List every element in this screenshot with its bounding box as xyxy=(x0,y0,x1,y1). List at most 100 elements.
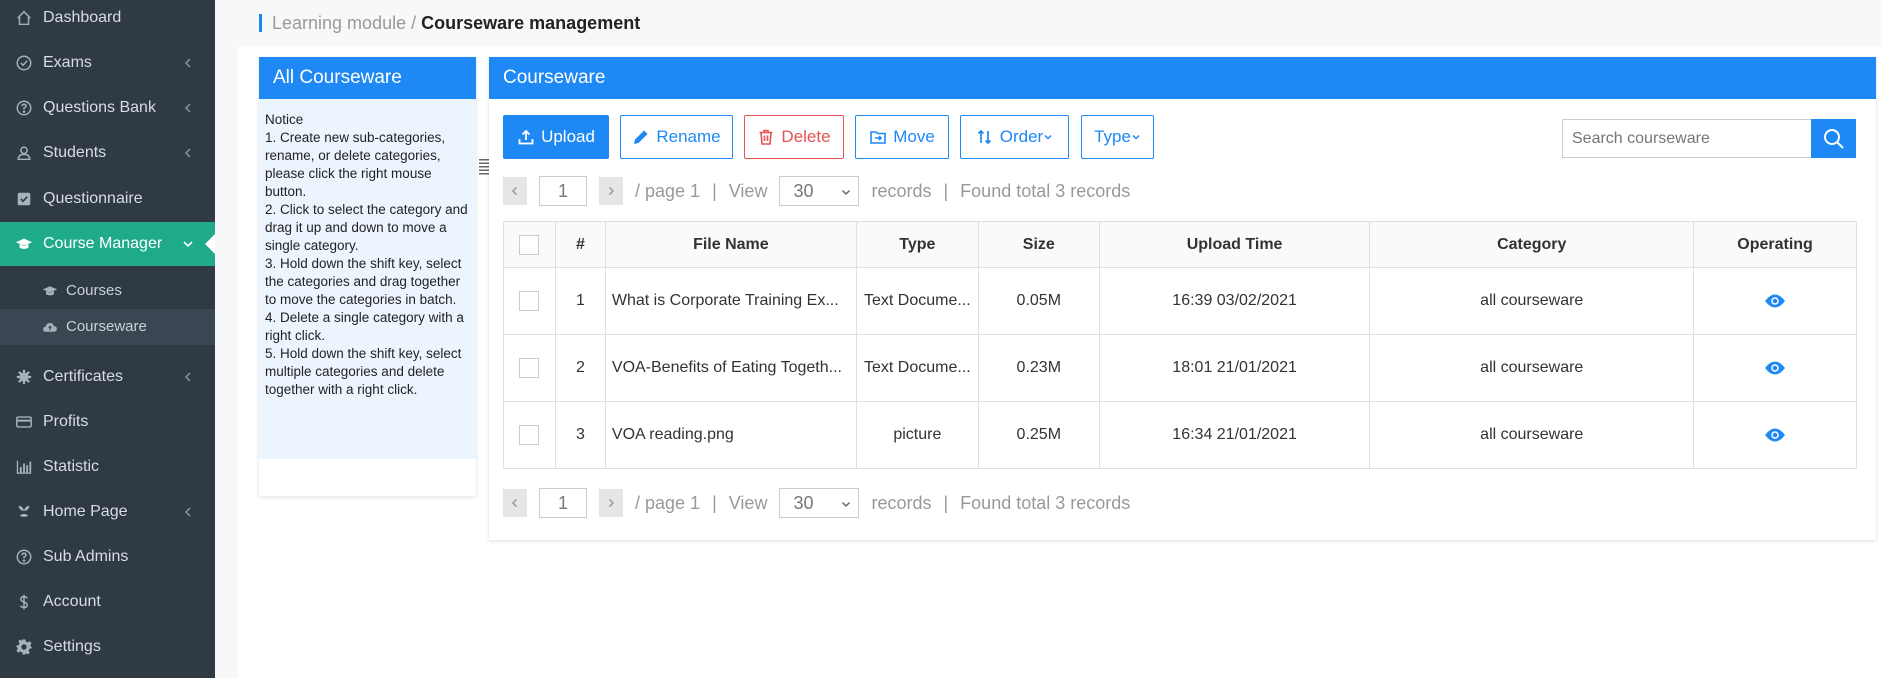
sidebar-item-profits[interactable]: Profits xyxy=(0,400,215,444)
search-input[interactable] xyxy=(1562,119,1811,158)
sidebar-item-label: Course Manager xyxy=(43,235,163,252)
row-checkbox[interactable] xyxy=(519,425,540,445)
chevron-left-icon xyxy=(184,148,191,158)
next-page-button[interactable] xyxy=(599,489,623,517)
prev-page-button[interactable] xyxy=(503,177,527,205)
sidebar-item-questionnaire[interactable]: Questionnaire xyxy=(0,177,215,221)
column-header[interactable]: Category xyxy=(1369,221,1695,268)
chevron-left-icon xyxy=(184,372,191,382)
credit-card-icon xyxy=(14,412,34,432)
page-number-input[interactable]: 1 xyxy=(539,488,587,518)
chevron-down-icon xyxy=(1132,134,1140,140)
rename-button[interactable]: Rename xyxy=(620,115,733,159)
sidebar-item-label: Settings xyxy=(43,638,101,655)
per-page-select[interactable]: 30 xyxy=(779,488,860,518)
file-name[interactable]: What is Corporate Training Ex... xyxy=(604,267,857,335)
notice-line: 2. Click to select the category and drag… xyxy=(265,202,468,253)
graduation-cap-icon xyxy=(14,234,34,254)
operating-cell xyxy=(1693,334,1857,402)
search-icon xyxy=(1823,128,1844,149)
operating-cell xyxy=(1693,267,1857,335)
breadcrumb-parent[interactable]: Learning module xyxy=(272,13,406,33)
chevron-right-icon xyxy=(608,498,615,508)
table-row[interactable]: 2 VOA-Benefits of Eating Togeth... Text … xyxy=(503,334,1857,402)
delete-button[interactable]: Delete xyxy=(744,115,844,159)
upload-button[interactable]: Upload xyxy=(503,115,609,159)
upload-time: 18:01 21/01/2021 xyxy=(1098,334,1371,402)
next-page-button[interactable] xyxy=(599,177,623,205)
sidebar-subitem-courses[interactable]: Courses xyxy=(0,273,215,309)
sidebar-item-students[interactable]: Students xyxy=(0,131,215,175)
file-type: Text Docume... xyxy=(855,267,979,335)
column-header[interactable]: Size xyxy=(977,221,1100,268)
sidebar-item-label: Profits xyxy=(43,413,89,430)
sidebar-item-label: Sub Admins xyxy=(43,548,129,565)
view-label: View xyxy=(728,180,768,201)
row-checkbox[interactable] xyxy=(519,358,540,378)
move-button[interactable]: Move xyxy=(855,115,949,159)
type-button[interactable]: Type xyxy=(1081,115,1154,159)
file-name[interactable]: VOA reading.png xyxy=(604,401,857,469)
eye-icon[interactable] xyxy=(1764,357,1786,379)
sidebar-item-questions-bank[interactable]: Questions Bank xyxy=(0,86,215,130)
row-number: 1 xyxy=(554,267,606,335)
upload-time: 16:39 03/02/2021 xyxy=(1098,267,1371,335)
row-checkbox[interactable] xyxy=(519,291,540,311)
row-number: 3 xyxy=(554,401,606,469)
upload-icon xyxy=(518,129,534,145)
table-row[interactable]: 1 What is Corporate Training Ex... Text … xyxy=(503,267,1857,335)
sidebar-item-label: Certificates xyxy=(43,368,124,385)
pencil-icon xyxy=(634,130,648,144)
sidebar-item-settings[interactable]: Settings xyxy=(0,625,215,669)
order-label: Order xyxy=(999,127,1044,146)
order-button[interactable]: Order xyxy=(960,115,1069,159)
per-page-value: 30 xyxy=(793,493,814,513)
file-category: all courseware xyxy=(1369,334,1695,402)
file-type: picture xyxy=(855,401,979,469)
records-label: records xyxy=(871,492,932,513)
sidebar-item-label: Home Page xyxy=(43,503,128,520)
page-total: / page 1 xyxy=(635,180,701,201)
pagination-top: 1 / page 1 | View 30 records | Found tot… xyxy=(503,176,1130,206)
gear-seal-icon xyxy=(14,367,34,387)
eye-icon[interactable] xyxy=(1764,424,1786,446)
page-total: / page 1 xyxy=(635,492,701,513)
notice-line: 5. Hold down the shift key, select multi… xyxy=(265,346,462,397)
column-header[interactable]: # xyxy=(554,221,606,268)
column-header[interactable]: Upload Time xyxy=(1098,221,1371,268)
row-select-cell xyxy=(503,334,556,402)
sidebar-item-label: Account xyxy=(43,593,101,610)
check-circle-icon xyxy=(14,53,34,73)
sidebar-subitem-courseware[interactable]: Courseware xyxy=(0,309,215,345)
column-header[interactable]: Type xyxy=(855,221,979,268)
file-size: 0.05M xyxy=(977,267,1100,335)
file-category: all courseware xyxy=(1369,267,1695,335)
sidebar-item-statistic[interactable]: Statistic xyxy=(0,445,215,489)
file-name[interactable]: VOA-Benefits of Eating Togeth... xyxy=(604,334,857,402)
prev-page-button[interactable] xyxy=(503,489,527,517)
sidebar-item-certificates[interactable]: Certificates xyxy=(0,355,215,399)
sidebar-item-dashboard[interactable]: Dashboard xyxy=(0,0,215,40)
sidebar-item-exams[interactable]: Exams xyxy=(0,41,215,85)
records-label: records xyxy=(871,180,932,201)
sidebar-item-account[interactable]: Account xyxy=(0,580,215,624)
sidebar-item-home-page[interactable]: Home Page xyxy=(0,490,215,534)
user-icon xyxy=(14,143,34,163)
sidebar-item-course-manager[interactable]: Course Manager xyxy=(0,222,215,266)
sidebar-subitem-label: Courseware xyxy=(66,318,147,335)
file-type: Text Docume... xyxy=(855,334,979,402)
table-row[interactable]: 3 VOA reading.png picture 0.25M 16:34 21… xyxy=(503,401,1857,469)
sidebar-item-sub-admins[interactable]: Sub Admins xyxy=(0,535,215,579)
notice-title: Notice xyxy=(265,112,304,127)
breadcrumb-separator: / xyxy=(406,13,422,33)
column-header[interactable]: File Name xyxy=(604,221,857,268)
courseware-table: # File Name Type Size Upload Time Catego… xyxy=(503,221,1857,469)
eye-icon[interactable] xyxy=(1764,290,1786,312)
page-number-input[interactable]: 1 xyxy=(539,176,587,206)
select-all-cell xyxy=(503,221,556,268)
search-button[interactable] xyxy=(1811,119,1856,158)
cloud-icon xyxy=(43,323,57,332)
per-page-select[interactable]: 30 xyxy=(779,176,860,206)
select-all-checkbox[interactable] xyxy=(519,234,540,255)
category-panel: All Courseware Notice 1. Create new sub-… xyxy=(259,57,476,496)
